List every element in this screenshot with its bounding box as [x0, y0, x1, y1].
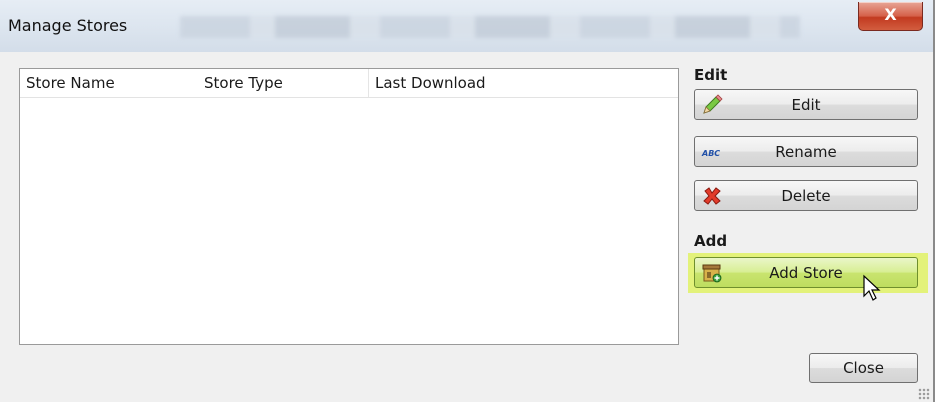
window-close-button[interactable]: X — [858, 2, 923, 31]
window-title: Manage Stores — [8, 16, 128, 35]
add-store-button[interactable]: Add Store — [694, 257, 918, 288]
title-bar[interactable]: Manage Stores X — [0, 0, 933, 52]
stores-list[interactable]: Store Name Store Type Last Download — [19, 68, 679, 345]
delete-button[interactable]: Delete — [694, 180, 918, 211]
blurred-background — [180, 16, 800, 38]
column-separator[interactable] — [368, 69, 369, 97]
edit-button-label: Edit — [791, 96, 821, 114]
mouse-cursor-icon — [863, 274, 881, 301]
close-button[interactable]: Close — [809, 353, 918, 383]
resize-grip[interactable] — [918, 388, 930, 400]
list-header: Store Name Store Type Last Download — [20, 69, 678, 98]
column-header-store-type[interactable]: Store Type — [204, 74, 283, 92]
add-group-label: Add — [694, 232, 728, 250]
edit-button[interactable]: Edit — [694, 89, 918, 120]
column-header-store-name[interactable]: Store Name — [26, 74, 115, 92]
close-button-label: Close — [843, 359, 884, 377]
manage-stores-window: Manage Stores X Store Name Store Type La… — [0, 0, 935, 402]
edit-group-label: Edit — [694, 66, 728, 84]
rename-button-label: Rename — [775, 143, 837, 161]
rename-button[interactable]: ABC Rename — [694, 136, 918, 167]
column-header-last-download[interactable]: Last Download — [375, 74, 486, 92]
delete-button-label: Delete — [781, 187, 831, 205]
